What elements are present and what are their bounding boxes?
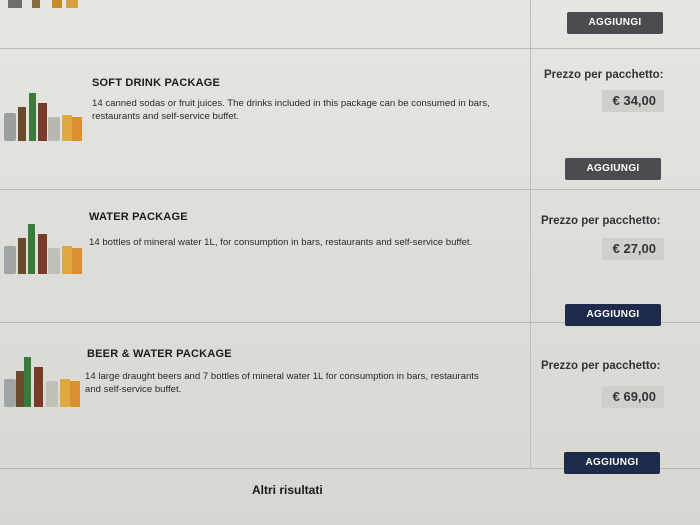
price-value: € 34,00 — [602, 90, 664, 112]
package-row-partial: AGGIUNGI — [0, 0, 700, 49]
water-bottles-image — [4, 224, 82, 274]
package-row-water: WATER PACKAGE 14 bottles of mineral wate… — [0, 190, 700, 326]
price-label: Prezzo per pacchetto: — [541, 360, 661, 372]
beer-and-water-image — [4, 357, 80, 407]
price-label: Prezzo per pacchetto: — [541, 215, 661, 227]
add-button[interactable]: AGGIUNGI — [564, 452, 660, 474]
price-value: € 27,00 — [602, 238, 664, 260]
product-list: AGGIUNGI SOFT DRINK PACKAGE 14 canned so… — [0, 0, 700, 525]
price-label: Prezzo per pacchetto: — [544, 69, 664, 81]
column-divider — [530, 0, 531, 48]
column-divider — [530, 323, 531, 468]
package-title: BEER & WATER PACKAGE — [87, 348, 232, 360]
package-row-beer-water: BEER & WATER PACKAGE 14 large draught be… — [0, 323, 700, 474]
price-value: € 69,00 — [602, 386, 664, 408]
package-title: SOFT DRINK PACKAGE — [92, 77, 221, 89]
more-results-link[interactable]: Altri risultati — [252, 483, 323, 497]
package-title: WATER PACKAGE — [89, 211, 188, 223]
column-divider — [530, 49, 531, 189]
package-description: 14 large draught beers and 7 bottles of … — [85, 371, 479, 395]
package-row-soft-drink: SOFT DRINK PACKAGE 14 canned sodas or fr… — [0, 49, 700, 190]
add-button[interactable]: AGGIUNGI — [565, 158, 661, 180]
drinks-thumbnail — [8, 0, 78, 8]
add-button[interactable]: AGGIUNGI — [567, 12, 663, 34]
package-description: 14 bottles of mineral water 1L, for cons… — [89, 237, 473, 248]
package-description: 14 canned sodas or fruit juices. The dri… — [92, 98, 490, 122]
column-divider — [530, 190, 531, 322]
soft-drinks-image — [4, 93, 82, 141]
